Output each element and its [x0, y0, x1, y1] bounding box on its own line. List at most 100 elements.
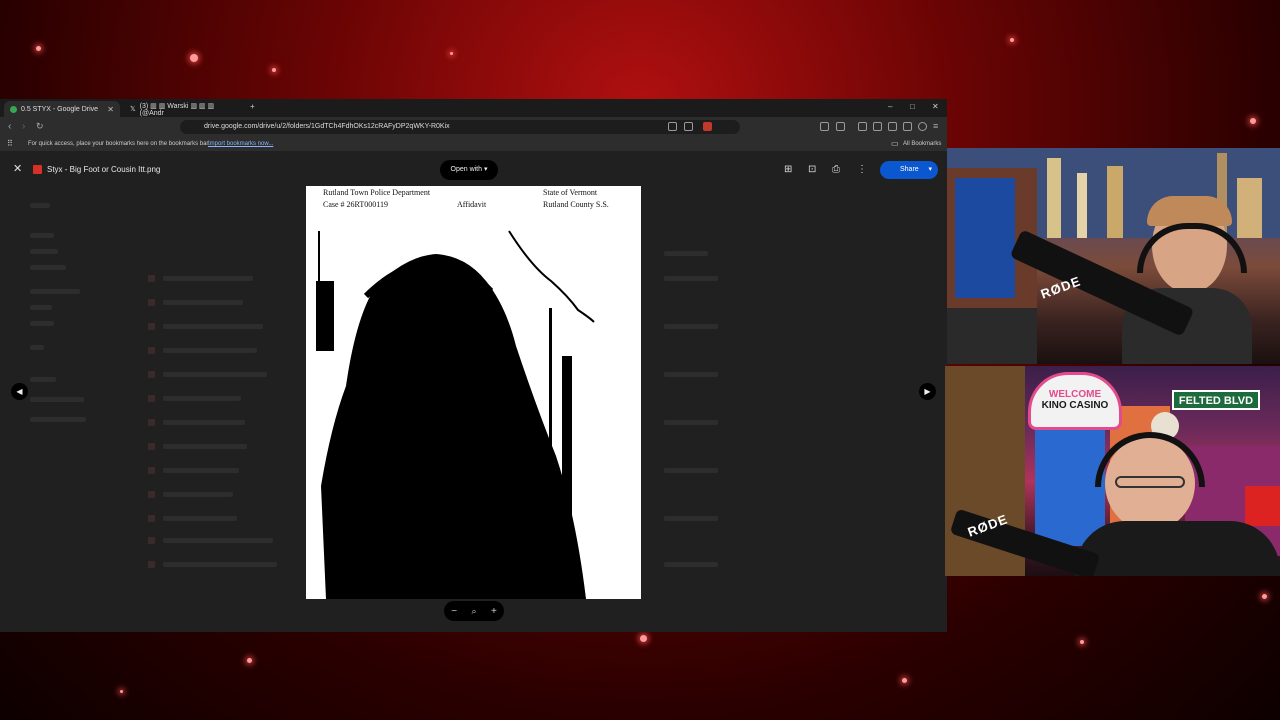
- webcam-host-1: RØDE: [947, 148, 1280, 364]
- folder-icon: ▭: [891, 139, 899, 148]
- background-file-row: [163, 516, 237, 521]
- background-file-icon: [148, 299, 155, 306]
- magnifier-icon[interactable]: ⌕: [471, 606, 476, 617]
- share-label: Share: [900, 166, 919, 173]
- background-sidebar-item: [30, 249, 58, 254]
- next-file-button[interactable]: ▶: [919, 383, 936, 400]
- particle: [902, 678, 907, 683]
- background-file-row: [163, 396, 241, 401]
- extension-icon[interactable]: [668, 122, 677, 131]
- forward-icon[interactable]: ›: [22, 121, 25, 132]
- background-sidebar-item: [30, 265, 66, 270]
- back-icon[interactable]: ‹: [8, 121, 11, 132]
- background-file-row: [163, 420, 245, 425]
- tab-x[interactable]: 𝕏 (3) ▥ ▥ Warski ▥ ▥ ▥ (@Andr: [124, 101, 242, 117]
- tab-close-icon[interactable]: ✕: [107, 105, 114, 114]
- tab-google-drive[interactable]: 0.5 STYX - Google Drive ✕: [4, 101, 120, 117]
- extension-icon[interactable]: [888, 122, 897, 131]
- background-file-row: [163, 492, 233, 497]
- background-sidebar-item: [30, 377, 56, 382]
- sign-casino-name: KINO CASINO: [1041, 400, 1109, 411]
- background-file-row: [163, 348, 257, 353]
- background-owner-cell: [664, 516, 718, 521]
- document-photo: [316, 230, 595, 599]
- close-window-button[interactable]: ✕: [932, 102, 939, 111]
- profile-icon[interactable]: [918, 122, 927, 131]
- zoom-controls: − ⌕ +: [444, 601, 504, 621]
- background-file-icon: [148, 395, 155, 402]
- particle: [1250, 118, 1256, 124]
- particle: [1010, 38, 1014, 42]
- particle: [1080, 640, 1084, 644]
- browser-toolbar: ‹ › ↻ ⎕ drive.google.com/drive/u/2/folde…: [0, 117, 947, 137]
- chevron-down-icon: ▾: [928, 166, 932, 173]
- close-icon[interactable]: ✕: [13, 162, 22, 175]
- tab-label: (3) ▥ ▥ Warski ▥ ▥ ▥ (@Andr: [139, 102, 215, 117]
- host-1-cap: [1147, 196, 1232, 226]
- add-shortcut-icon[interactable]: ⊞: [784, 164, 792, 175]
- more-options-icon[interactable]: ⋮: [857, 164, 867, 175]
- minimize-button[interactable]: –: [888, 102, 892, 111]
- background-file-icon: [148, 467, 155, 474]
- file-name: Styx - Big Foot or Cousin Itt.png: [47, 165, 161, 174]
- share-page-icon[interactable]: [684, 122, 693, 131]
- tab-label: 0.5 STYX - Google Drive: [21, 105, 99, 113]
- background-owner-cell: [664, 251, 708, 256]
- chevron-down-icon: ▾: [483, 166, 488, 173]
- extension-icon[interactable]: [836, 122, 845, 131]
- share-button[interactable]: Share ▾: [880, 161, 938, 179]
- background-owner-cell: [664, 372, 718, 377]
- background-sidebar-item: [30, 321, 54, 326]
- particle: [190, 54, 198, 62]
- background-file-row: [163, 324, 263, 329]
- extension-icon[interactable]: [903, 122, 912, 131]
- background-sidebar-item: [30, 305, 52, 310]
- background-file-icon: [148, 491, 155, 498]
- preview-header: ✕ Styx - Big Foot or Cousin Itt.png Open…: [0, 151, 947, 187]
- background-file-row: [163, 276, 253, 281]
- address-bar[interactable]: drive.google.com/drive/u/2/folders/1GdTC…: [180, 120, 740, 134]
- background-file-row: [163, 562, 277, 567]
- background-owner-cell: [664, 324, 718, 329]
- previous-file-button[interactable]: ◀: [11, 383, 28, 400]
- extension-icon[interactable]: [703, 122, 712, 131]
- particle: [247, 658, 252, 663]
- import-bookmarks-link[interactable]: Import bookmarks now...: [208, 137, 273, 151]
- casino-welcome-sign: WELCOME KINO CASINO: [1028, 372, 1122, 430]
- maximize-button[interactable]: □: [910, 102, 915, 111]
- menu-icon[interactable]: ≡: [933, 121, 938, 131]
- particle: [450, 52, 453, 55]
- particle: [120, 690, 123, 693]
- background-sidebar-item: [30, 203, 50, 208]
- background-file-icon: [148, 443, 155, 450]
- print-icon[interactable]: ⎙: [832, 164, 840, 175]
- image-file-icon: [33, 165, 42, 174]
- background-sidebar-item: [30, 417, 86, 422]
- extension-icon[interactable]: [873, 122, 882, 131]
- browser-window: 0.5 STYX - Google Drive ✕ 𝕏 (3) ▥ ▥ Wars…: [0, 99, 947, 632]
- extension-icon[interactable]: [820, 122, 829, 131]
- comment-icon[interactable]: ⊡: [808, 164, 816, 175]
- zoom-in-button[interactable]: +: [491, 606, 497, 617]
- drive-favicon-icon: [10, 105, 17, 113]
- particle: [1262, 594, 1267, 599]
- street-sign: FELTED BLVD: [1172, 390, 1260, 410]
- new-tab-button[interactable]: +: [250, 102, 255, 111]
- reload-icon[interactable]: ↻: [36, 121, 44, 132]
- background-sidebar-item: [30, 289, 80, 294]
- tab-bar: 0.5 STYX - Google Drive ✕ 𝕏 (3) ▥ ▥ Wars…: [0, 99, 947, 117]
- sign-welcome-text: WELCOME: [1048, 389, 1102, 400]
- zoom-out-button[interactable]: −: [451, 606, 457, 617]
- extension-icon[interactable]: [858, 122, 867, 131]
- particle: [272, 68, 276, 72]
- background-file-icon: [148, 419, 155, 426]
- background-owner-cell: [664, 468, 718, 473]
- x-logo-icon: 𝕏: [130, 106, 136, 113]
- apps-icon[interactable]: ⠿: [7, 137, 13, 151]
- drive-preview-overlay: ✕ Styx - Big Foot or Cousin Itt.png Open…: [0, 151, 947, 632]
- background-file-icon: [148, 537, 155, 544]
- all-bookmarks[interactable]: All Bookmarks: [903, 137, 941, 151]
- background-file-row: [163, 444, 247, 449]
- background-file-row: [163, 468, 239, 473]
- open-with-button[interactable]: Open with ▾: [440, 160, 498, 180]
